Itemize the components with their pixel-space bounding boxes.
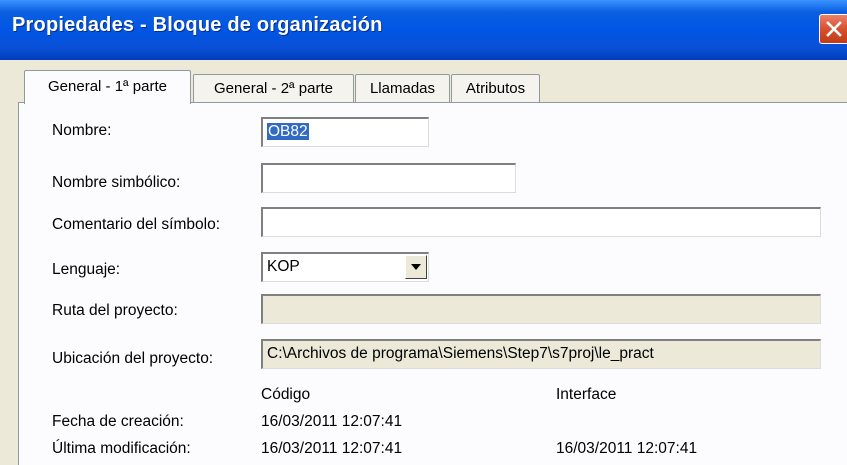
nombre-value: OB82 bbox=[267, 123, 309, 140]
fecha-creacion-codigo: 16/03/2011 12:07:41 bbox=[261, 413, 403, 430]
col-codigo-header: Código bbox=[261, 386, 311, 403]
chevron-down-icon bbox=[411, 264, 421, 270]
lenguaje-select[interactable]: KOP bbox=[261, 252, 429, 282]
comentario-label: Comentario del símbolo: bbox=[52, 216, 220, 233]
comentario-field[interactable] bbox=[261, 207, 821, 237]
ultima-modificacion-interface: 16/03/2011 12:07:41 bbox=[556, 440, 698, 457]
tab-atributos[interactable]: Atributos bbox=[451, 74, 540, 102]
properties-dialog: Propiedades - Bloque de organización Gen… bbox=[0, 0, 847, 465]
ubicacion-label: Ubicación del proyecto: bbox=[52, 350, 214, 367]
ultima-modificacion-label: Última modificación: bbox=[52, 440, 191, 457]
nombre-simbolico-field[interactable] bbox=[261, 163, 516, 193]
nombre-label: Nombre: bbox=[52, 122, 112, 139]
close-button[interactable] bbox=[819, 14, 847, 44]
ruta-label: Ruta del proyecto: bbox=[52, 302, 178, 319]
col-interface-header: Interface bbox=[556, 386, 617, 403]
ubicacion-field: C:\Archivos de programa\Siemens\Step7\s7… bbox=[261, 339, 821, 369]
lenguaje-value: KOP bbox=[267, 258, 300, 275]
tab-llamadas[interactable]: Llamadas bbox=[355, 74, 450, 102]
tab-panel bbox=[18, 102, 847, 465]
nombre-simbolico-label: Nombre simbólico: bbox=[52, 174, 181, 191]
tab-general-2[interactable]: General - 2ª parte bbox=[193, 74, 354, 102]
tab-general-1[interactable]: General - 1ª parte bbox=[24, 70, 191, 104]
dropdown-button[interactable] bbox=[405, 255, 427, 279]
close-icon bbox=[826, 21, 842, 37]
fecha-creacion-label: Fecha de creación: bbox=[52, 413, 184, 430]
title-bar[interactable]: Propiedades - Bloque de organización bbox=[0, 0, 847, 60]
window-title: Propiedades - Bloque de organización bbox=[12, 14, 383, 36]
nombre-field[interactable]: OB82 bbox=[261, 117, 429, 147]
ultima-modificacion-codigo: 16/03/2011 12:07:41 bbox=[261, 440, 403, 457]
ruta-field bbox=[261, 294, 821, 324]
lenguaje-label: Lenguaje: bbox=[52, 261, 121, 278]
